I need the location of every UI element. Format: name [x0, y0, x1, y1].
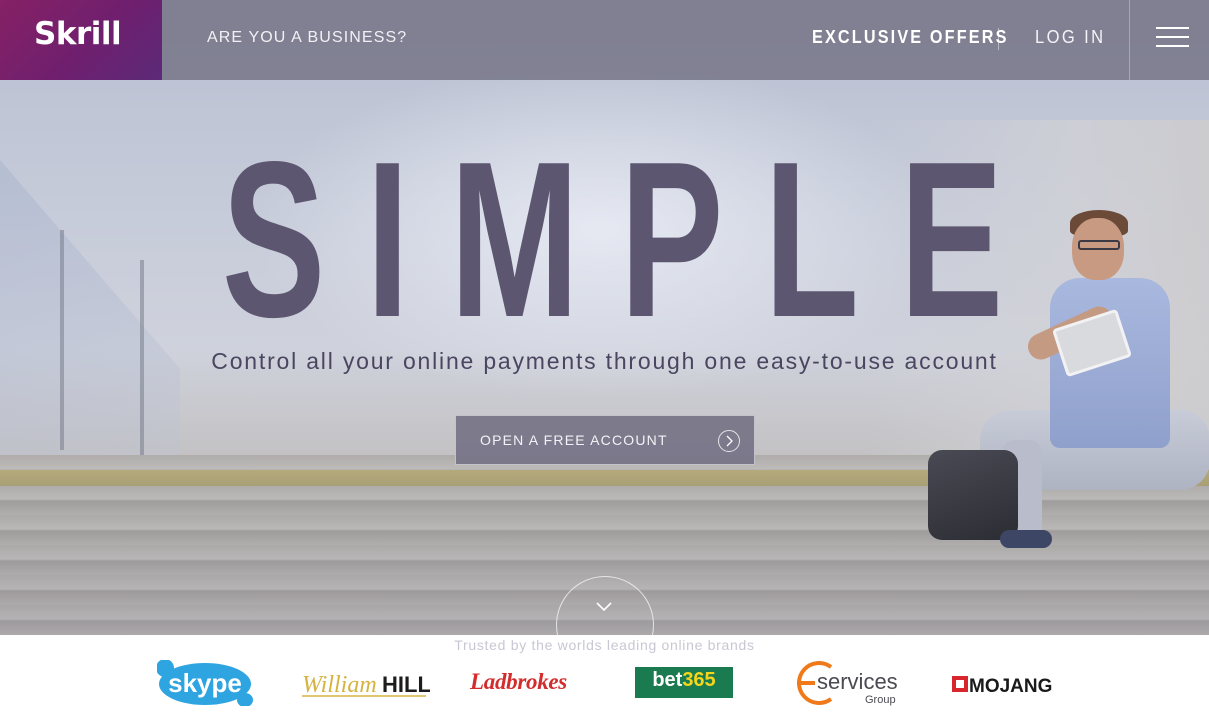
mojang-wordmark: MOJANG	[969, 676, 1052, 697]
ladbrokes-logo: Ladbrokes	[470, 669, 567, 694]
bet365-bet: bet	[652, 669, 683, 691]
es-services-logo: services Group	[791, 661, 901, 709]
trusted-brands-label: Trusted by the worlds leading online bra…	[454, 637, 755, 653]
exclusive-offers-link[interactable]: EXCLUSIVE OFFERS	[812, 27, 1009, 48]
person-shoe	[1000, 530, 1052, 548]
bet365-365: 365	[682, 669, 716, 691]
scroll-down-button[interactable]	[556, 576, 654, 674]
login-link[interactable]: LOG IN	[1035, 27, 1105, 48]
hero-tagline: Control all your online payments through…	[211, 348, 998, 374]
skype-logo: skype	[156, 659, 253, 707]
skrill-logo: Skrill	[34, 16, 122, 52]
william-hill-script: William	[302, 672, 377, 698]
nav-divider	[998, 28, 999, 50]
menu-divider	[1129, 0, 1130, 80]
hero-headline: SIMPLE	[221, 116, 1044, 364]
rail-post	[60, 230, 64, 450]
mojang-logo: MOJANG	[951, 672, 1061, 698]
chevron-right-circle-icon	[718, 430, 740, 452]
chevron-down-icon	[596, 602, 612, 612]
open-account-label: OPEN A FREE ACCOUNT	[480, 432, 668, 448]
skype-wordmark: skype	[168, 668, 242, 698]
logo-link[interactable]: Skrill	[0, 0, 162, 80]
top-navigation-bar: Skrill ARE YOU A BUSINESS? EXCLUSIVE OFF…	[0, 0, 1209, 80]
bet365-logo: bet365	[635, 667, 733, 698]
hamburger-menu-icon[interactable]	[1156, 27, 1190, 49]
person-glasses	[1078, 240, 1120, 250]
bet365-wordmark: bet365	[635, 669, 733, 692]
william-hill-logo: William HILL	[300, 668, 431, 700]
business-link[interactable]: ARE YOU A BUSINESS?	[207, 29, 407, 47]
es-services-wordmark: services	[817, 669, 898, 694]
es-group-wordmark: Group	[865, 694, 896, 706]
open-account-button[interactable]: OPEN A FREE ACCOUNT	[455, 415, 755, 465]
william-hill-block: HILL	[382, 672, 430, 697]
messenger-bag	[928, 450, 1018, 540]
